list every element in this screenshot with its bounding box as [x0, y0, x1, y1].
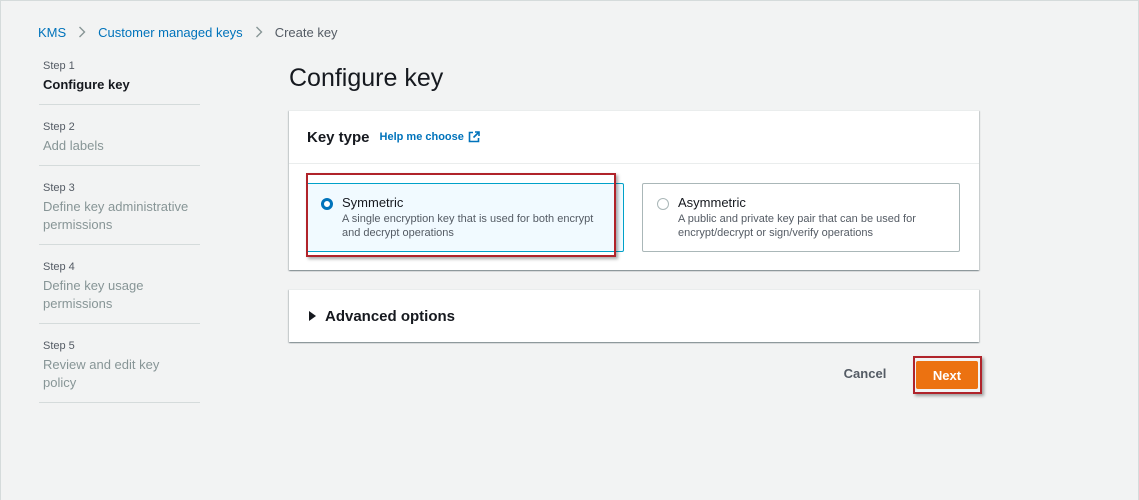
- help-me-choose-link[interactable]: Help me choose: [380, 131, 480, 143]
- page-title: Configure key: [289, 64, 444, 92]
- advanced-options-expander[interactable]: Advanced options: [289, 289, 979, 342]
- symmetric-option-tile[interactable]: Symmetric A single encryption key that i…: [306, 183, 624, 252]
- step-1: Step 1 Configure key: [39, 55, 200, 105]
- step-number: Step 3: [43, 182, 75, 194]
- asymmetric-label: Asymmetric: [678, 195, 746, 210]
- step-number: Step 2: [43, 121, 75, 133]
- step-title: Define key administrative permissions: [43, 199, 189, 232]
- key-type-header: Key type Help me choose: [289, 111, 979, 164]
- asymmetric-description: A public and private key pair that can b…: [678, 213, 916, 239]
- step-2: Step 2 Add labels: [39, 116, 200, 166]
- breadcrumb: KMS Customer managed keys Create key: [38, 23, 338, 41]
- chevron-right-icon: [78, 26, 86, 38]
- breadcrumb-kms-link[interactable]: KMS: [38, 25, 66, 40]
- breadcrumb-current: Create key: [274, 24, 338, 40]
- step-number: Step 1: [43, 60, 75, 72]
- key-type-panel: Key type Help me choose Symmetric A sing…: [289, 110, 979, 270]
- symmetric-label: Symmetric: [342, 195, 404, 210]
- step-number: Step 4: [43, 261, 75, 273]
- step-5: Step 5 Review and edit key policy: [39, 335, 200, 403]
- symmetric-description: A single encryption key that is used for…: [342, 213, 594, 239]
- step-title: Define key usage permissions: [43, 278, 144, 311]
- wizard-steps: Step 1 Configure key Step 2 Add labels S…: [39, 55, 200, 414]
- next-button[interactable]: Next: [916, 361, 978, 389]
- step-title: Review and edit key policy: [43, 357, 160, 390]
- advanced-options-title: Advanced options: [325, 307, 456, 325]
- step-4: Step 4 Define key usage permissions: [39, 256, 200, 324]
- step-3: Step 3 Define key administrative permiss…: [39, 177, 200, 245]
- help-link-label: Help me choose: [379, 131, 464, 143]
- chevron-right-icon: [255, 26, 263, 38]
- caret-right-icon: [309, 311, 316, 321]
- breadcrumb-customer-managed-keys-link[interactable]: Customer managed keys: [98, 25, 243, 40]
- cancel-button[interactable]: Cancel: [833, 362, 897, 384]
- key-type-title: Key type: [307, 128, 370, 146]
- step-title: Add labels: [43, 138, 104, 153]
- symmetric-radio[interactable]: [321, 198, 333, 210]
- step-number: Step 5: [43, 340, 75, 352]
- asymmetric-radio[interactable]: [657, 198, 669, 210]
- asymmetric-option-tile[interactable]: Asymmetric A public and private key pair…: [642, 183, 960, 252]
- external-link-icon: [468, 131, 480, 143]
- step-title: Configure key: [43, 77, 130, 92]
